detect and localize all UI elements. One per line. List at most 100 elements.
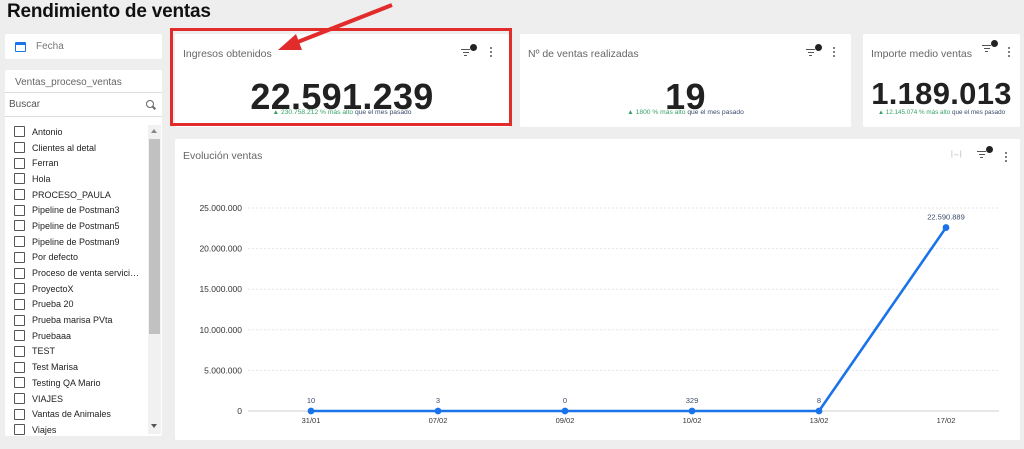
kpi-compare: que el mes pasado bbox=[687, 109, 744, 116]
data-label: 3 bbox=[436, 396, 440, 405]
checkbox[interactable] bbox=[14, 408, 25, 420]
x-tick-label: 31/01 bbox=[302, 416, 321, 425]
list-scrollbar[interactable] bbox=[148, 125, 161, 434]
filter-list-item[interactable]: Hola bbox=[5, 171, 146, 187]
checkbox[interactable] bbox=[14, 173, 25, 185]
checkbox[interactable] bbox=[14, 377, 25, 389]
y-tick-label: 10.000.000 bbox=[199, 325, 242, 335]
checkbox[interactable] bbox=[14, 314, 25, 326]
filter-list-item[interactable]: Ferran bbox=[5, 155, 146, 171]
chart-card: Evolución ventas |↔| 0 5.000.000 10.000.00… bbox=[175, 139, 1020, 440]
kpi-delta: ▲ 12.145.074 % más alto que el mes pasad… bbox=[863, 109, 1020, 116]
y-tick-label: 0 bbox=[237, 406, 242, 416]
filter-list-item[interactable]: PROCESO_PAULA bbox=[5, 187, 146, 203]
search-placeholder: Buscar bbox=[9, 99, 41, 110]
filter-item-label: Pipeline de Postman9 bbox=[32, 236, 120, 247]
data-point bbox=[815, 407, 823, 415]
checkbox[interactable] bbox=[14, 142, 25, 154]
data-point bbox=[942, 224, 950, 231]
filter-item-label: VIAJES bbox=[32, 393, 64, 404]
checkbox[interactable] bbox=[14, 189, 25, 201]
more-options-icon[interactable] bbox=[1007, 46, 1011, 58]
filter-item-label: Vantas de Animales bbox=[32, 409, 111, 420]
filter-item-label: Pipeline de Postman5 bbox=[32, 220, 120, 231]
filter-list-item[interactable]: Pruebaaa bbox=[5, 328, 146, 344]
kpi-title: Nº de ventas realizadas bbox=[528, 48, 639, 60]
checkbox[interactable] bbox=[14, 361, 25, 373]
filter-list-item[interactable]: ProyectoX bbox=[5, 281, 146, 297]
filter-item-label: Test Marisa bbox=[32, 362, 79, 373]
filter-list-item[interactable]: Clientes al detal bbox=[5, 140, 146, 156]
data-label: 329 bbox=[686, 396, 699, 405]
checkbox[interactable] bbox=[14, 251, 25, 263]
y-tick-label: 15.000.000 bbox=[199, 284, 242, 294]
more-options-icon[interactable] bbox=[832, 46, 836, 58]
series-line bbox=[310, 226, 948, 413]
kpi-delta: ▲ 1800 % más alto que el mes pasado bbox=[520, 109, 851, 116]
data-point bbox=[688, 407, 696, 415]
calendar-icon bbox=[15, 41, 26, 52]
filter-list: Antonio Clientes al detal Ferran Hola PROCES… bbox=[5, 124, 146, 436]
filter-item-label: Pipeline de Postman3 bbox=[32, 205, 120, 216]
kpi-compare: que el mes pasado bbox=[951, 109, 1006, 116]
checkbox[interactable] bbox=[14, 298, 25, 310]
filter-item-label: Hola bbox=[32, 173, 51, 184]
filter-list-item[interactable]: Test Marisa bbox=[5, 359, 146, 375]
data-label: 10 bbox=[307, 396, 315, 405]
filter-list-item[interactable]: Pipeline de Postman5 bbox=[5, 218, 146, 234]
filter-list-item[interactable]: Prueba 20 bbox=[5, 297, 146, 313]
data-point bbox=[307, 407, 315, 415]
checkbox[interactable] bbox=[14, 345, 25, 357]
x-tick-label: 10/02 bbox=[683, 416, 702, 425]
filter-list-item[interactable]: TEST bbox=[5, 344, 146, 360]
data-label: 0 bbox=[563, 396, 567, 405]
checkbox[interactable] bbox=[14, 236, 25, 248]
filter-item-label: Viajes bbox=[32, 424, 57, 435]
filter-item-label: Testing QA Mario bbox=[32, 377, 101, 388]
checkbox[interactable] bbox=[14, 204, 25, 216]
y-tick-label: 5.000.000 bbox=[204, 365, 242, 375]
checkbox[interactable] bbox=[14, 424, 25, 436]
checkbox[interactable] bbox=[14, 157, 25, 169]
checkbox[interactable] bbox=[14, 126, 25, 138]
filter-item-label: Clientes al detal bbox=[32, 142, 97, 153]
filter-list-item[interactable]: Pipeline de Postman3 bbox=[5, 202, 146, 218]
filter-list-item[interactable]: Por defecto bbox=[5, 250, 146, 266]
filter-list-item[interactable]: Viajes bbox=[5, 422, 146, 436]
filter-search-input[interactable]: Buscar bbox=[5, 93, 162, 117]
filter-list-item[interactable]: Pipeline de Postman9 bbox=[5, 234, 146, 250]
scrollbar-thumb[interactable] bbox=[149, 139, 160, 334]
data-point bbox=[434, 407, 442, 415]
process-filter-panel: Ventas_proceso_ventas Buscar Antonio Clie… bbox=[5, 70, 162, 436]
filter-icon[interactable] bbox=[982, 40, 998, 54]
checkbox[interactable] bbox=[14, 220, 25, 232]
filter-list-item[interactable]: Proceso de venta servicio… bbox=[5, 265, 146, 281]
date-filter[interactable]: Fecha bbox=[5, 34, 162, 59]
data-label: 22.590.889 bbox=[927, 213, 965, 222]
filter-item-label: Prueba 20 bbox=[32, 299, 74, 310]
checkbox[interactable] bbox=[14, 393, 25, 405]
filter-list-item[interactable]: Testing QA Mario bbox=[5, 375, 146, 391]
filter-item-label: Por defecto bbox=[32, 252, 79, 263]
filter-icon[interactable] bbox=[806, 44, 822, 58]
filter-list-item[interactable]: VIAJES bbox=[5, 391, 146, 407]
annotation-arrow-icon bbox=[278, 3, 393, 50]
checkbox[interactable] bbox=[14, 283, 25, 295]
checkbox[interactable] bbox=[14, 330, 25, 342]
filter-item-label: Antonio bbox=[32, 126, 63, 137]
x-tick-label: 09/02 bbox=[556, 416, 575, 425]
filter-list-item[interactable]: Prueba marisa PVta bbox=[5, 312, 146, 328]
x-tick-label: 07/02 bbox=[429, 416, 448, 425]
filter-list-item[interactable]: Antonio bbox=[5, 124, 146, 140]
checkbox[interactable] bbox=[14, 267, 25, 279]
x-tick-label: 17/02 bbox=[937, 416, 956, 425]
filter-list-item[interactable]: Vantas de Animales bbox=[5, 406, 146, 422]
kpi-value: 1.189.013 bbox=[871, 76, 1012, 111]
scroll-down-arrow-icon[interactable] bbox=[151, 424, 157, 428]
kpi-card-average-amount: Importe medio ventas 1.189.013 ▲ 12.145.… bbox=[863, 34, 1020, 127]
search-icon[interactable] bbox=[145, 99, 157, 111]
line-chart: 0 5.000.000 10.000.000 15.000.000 20.000.000… bbox=[199, 203, 999, 425]
filter-item-label: Prueba marisa PVta bbox=[32, 315, 113, 326]
scroll-up-arrow-icon[interactable] bbox=[151, 129, 157, 133]
date-filter-label: Fecha bbox=[36, 41, 64, 52]
